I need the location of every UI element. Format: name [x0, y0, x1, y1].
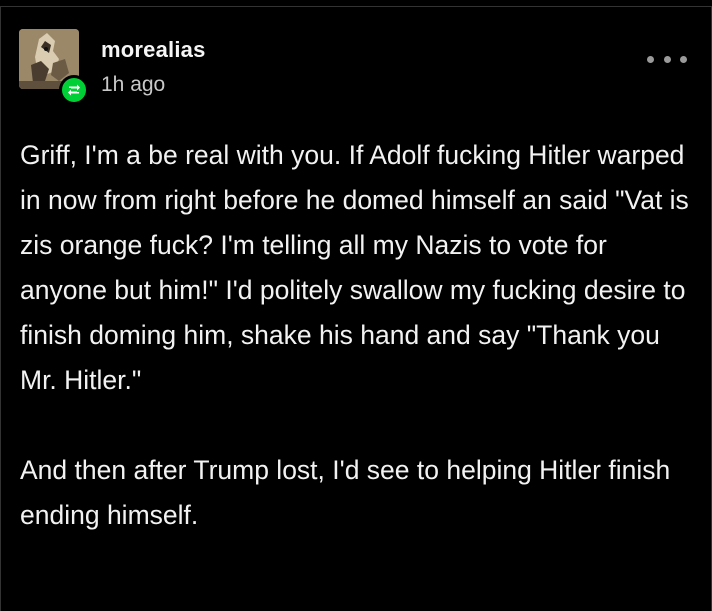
avatar-container[interactable]: [19, 29, 89, 105]
username[interactable]: morealias: [101, 37, 206, 63]
post-body: Griff, I'm a be real with you. If Adolf …: [20, 133, 695, 538]
more-options-button[interactable]: [647, 49, 687, 69]
reblog-icon: [68, 84, 80, 96]
more-options-icon-dot: [680, 55, 687, 63]
reblog-badge: [59, 75, 89, 105]
post-header: morealias 1h ago: [19, 29, 693, 109]
more-options-icon-dot: [663, 55, 671, 63]
post-paragraph: Griff, I'm a be real with you. If Adolf …: [20, 140, 689, 395]
post-paragraph: And then after Trump lost, I'd see to he…: [20, 455, 671, 530]
more-options-icon-dot: [647, 55, 654, 63]
post-timestamp[interactable]: 1h ago: [101, 73, 165, 97]
post-card: morealias 1h ago Griff, I'm a be real wi…: [0, 6, 712, 611]
